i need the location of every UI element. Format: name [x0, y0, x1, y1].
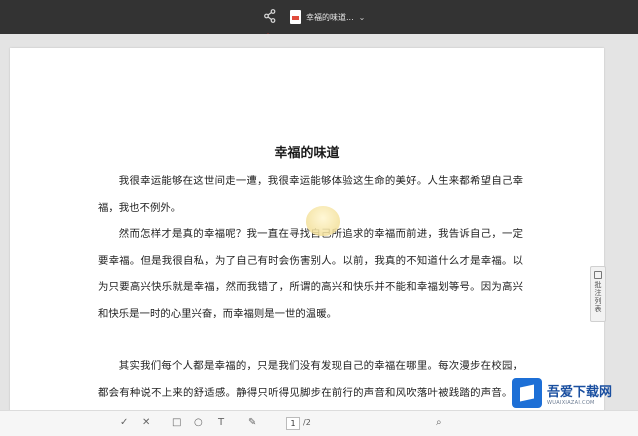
page-title: 幸福的味道 — [274, 146, 340, 161]
pdf-file-icon — [290, 10, 301, 24]
annotation-list-label: 批注列表 — [594, 281, 602, 313]
comment-icon — [594, 271, 602, 279]
bottom-toolbar: ✓ ✕ □ ○ T ✎ 1 /2 ⌕ — [0, 410, 638, 436]
zoom-icon[interactable]: ⌕ — [436, 417, 442, 428]
document-canvas[interactable]: 幸福的味道 我很幸运能够在这世间走一遭，我很幸运能够体验这生命的美好。人生来都希… — [0, 34, 638, 425]
watermark-domain: WUAIXIAZAI.COM — [547, 399, 595, 406]
document-page[interactable]: 幸福的味道 我很幸运能够在这世间走一遭，我很幸运能够体验这生命的美好。人生来都希… — [10, 48, 604, 425]
top-toolbar: 幸福的味道... ⌄ — [0, 0, 638, 34]
ellipse-tool-icon[interactable]: ○ — [194, 417, 203, 428]
cross-tool-icon[interactable]: ✕ — [142, 417, 150, 428]
document-title: 幸福的味道... — [306, 12, 354, 22]
document-title-dropdown[interactable]: 幸福的味道... ⌄ — [290, 8, 365, 26]
check-tool-icon[interactable]: ✓ — [120, 417, 128, 428]
annotation-list-tab[interactable]: 批注列表 — [590, 266, 606, 322]
page-total: /2 — [303, 418, 311, 427]
current-page-input[interactable]: 1 — [286, 417, 300, 430]
rectangle-tool-icon[interactable]: □ — [172, 417, 181, 428]
share-icon — [264, 9, 276, 23]
watermark-logo-icon — [512, 378, 542, 408]
site-watermark: 吾爱下载网 WUAIXIAZAI.COM — [512, 374, 636, 412]
share-button[interactable] — [262, 8, 278, 24]
pen-tool-icon[interactable]: ✎ — [248, 417, 256, 428]
watermark-name: 吾爱下载网 — [547, 384, 613, 400]
text-tool-icon[interactable]: T — [218, 417, 224, 428]
mascot-overlay — [306, 206, 340, 236]
paragraph-2: 然而怎样才是真的幸福呢？我一直在寻找自己所追求的幸福而前进，我告诉自己，一定要幸… — [98, 228, 523, 320]
chevron-down-icon: ⌄ — [358, 12, 366, 22]
